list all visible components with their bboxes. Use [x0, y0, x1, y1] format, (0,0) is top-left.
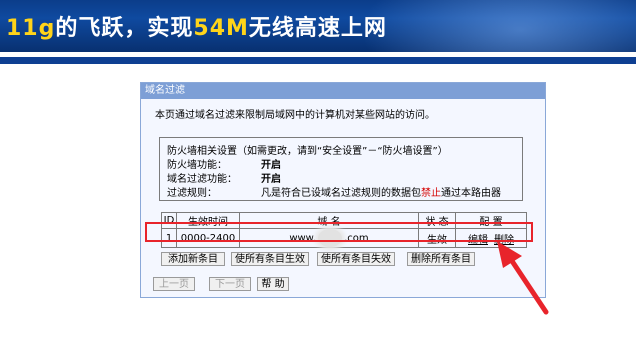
annotation-arrow-icon	[497, 241, 549, 315]
